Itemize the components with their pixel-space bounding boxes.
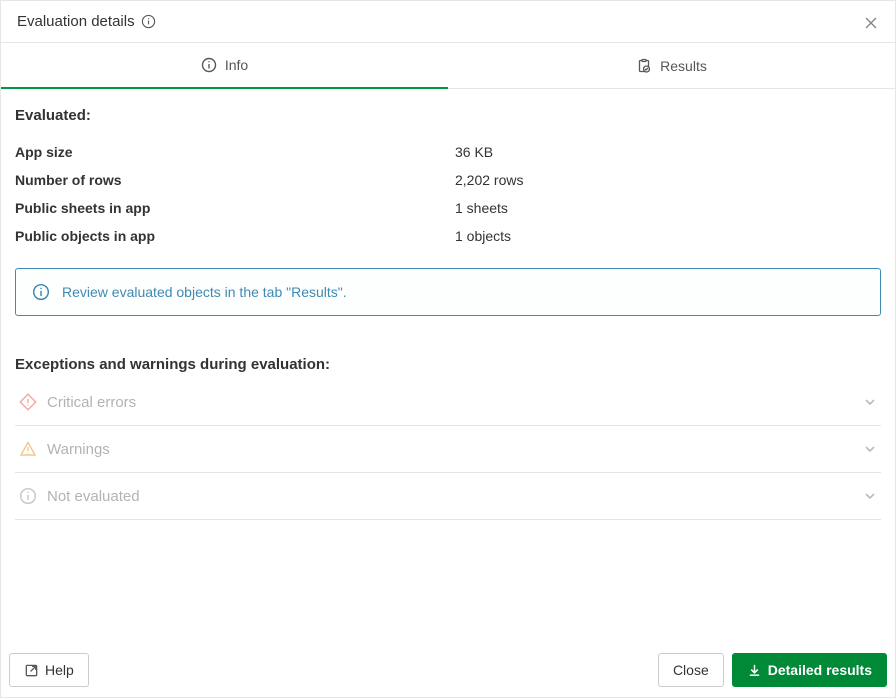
exception-row-critical[interactable]: Critical errors bbox=[15, 379, 881, 426]
kv-value: 36 KB bbox=[455, 144, 493, 160]
exception-row-warnings[interactable]: Warnings bbox=[15, 426, 881, 473]
dialog-footer: Help Close Detailed results bbox=[1, 643, 895, 697]
info-icon bbox=[32, 283, 50, 301]
chevron-down-icon bbox=[863, 489, 877, 503]
info-banner-text: Review evaluated objects in the tab "Res… bbox=[62, 284, 347, 300]
download-icon bbox=[747, 663, 762, 678]
evaluated-heading: Evaluated: bbox=[15, 107, 881, 124]
kv-label: Public sheets in app bbox=[15, 200, 455, 216]
help-button[interactable]: Help bbox=[9, 653, 89, 687]
close-button[interactable]: Close bbox=[658, 653, 724, 687]
detailed-results-button[interactable]: Detailed results bbox=[732, 653, 887, 687]
info-icon bbox=[19, 487, 47, 505]
warning-icon bbox=[19, 440, 47, 458]
tab-results[interactable]: Results bbox=[448, 43, 895, 88]
info-icon[interactable] bbox=[141, 14, 156, 29]
table-row: App size 36 KB bbox=[15, 138, 881, 166]
tab-info-label: Info bbox=[225, 57, 248, 73]
info-circle-icon bbox=[201, 57, 217, 73]
critical-error-icon bbox=[19, 393, 47, 411]
kv-label: Number of rows bbox=[15, 172, 455, 188]
detailed-results-label: Detailed results bbox=[768, 662, 872, 678]
table-row: Public objects in app 1 objects bbox=[15, 222, 881, 250]
exception-row-not-evaluated[interactable]: Not evaluated bbox=[15, 473, 881, 520]
kv-label: App size bbox=[15, 144, 455, 160]
evaluation-details-dialog: Evaluation details Info bbox=[0, 0, 896, 698]
table-row: Number of rows 2,202 rows bbox=[15, 166, 881, 194]
tab-results-label: Results bbox=[660, 58, 707, 74]
exception-label: Not evaluated bbox=[47, 488, 863, 505]
chevron-down-icon bbox=[863, 395, 877, 409]
table-row: Public sheets in app 1 sheets bbox=[15, 194, 881, 222]
exception-label: Warnings bbox=[47, 441, 863, 458]
kv-value: 1 objects bbox=[455, 228, 511, 244]
external-link-icon bbox=[24, 663, 39, 678]
tab-info[interactable]: Info bbox=[1, 43, 448, 89]
kv-value: 1 sheets bbox=[455, 200, 508, 216]
dialog-title: Evaluation details bbox=[17, 13, 135, 30]
kv-label: Public objects in app bbox=[15, 228, 455, 244]
close-icon[interactable] bbox=[859, 11, 883, 35]
chevron-down-icon bbox=[863, 442, 877, 456]
dialog-header: Evaluation details bbox=[1, 1, 895, 43]
exceptions-heading: Exceptions and warnings during evaluatio… bbox=[15, 356, 881, 373]
dialog-content: Evaluated: App size 36 KB Number of rows… bbox=[1, 89, 895, 643]
kv-value: 2,202 rows bbox=[455, 172, 523, 188]
help-button-label: Help bbox=[45, 662, 74, 678]
info-banner: Review evaluated objects in the tab "Res… bbox=[15, 268, 881, 316]
exception-label: Critical errors bbox=[47, 394, 863, 411]
tabs: Info Results bbox=[1, 43, 895, 89]
close-button-label: Close bbox=[673, 662, 709, 678]
clipboard-check-icon bbox=[636, 58, 652, 74]
